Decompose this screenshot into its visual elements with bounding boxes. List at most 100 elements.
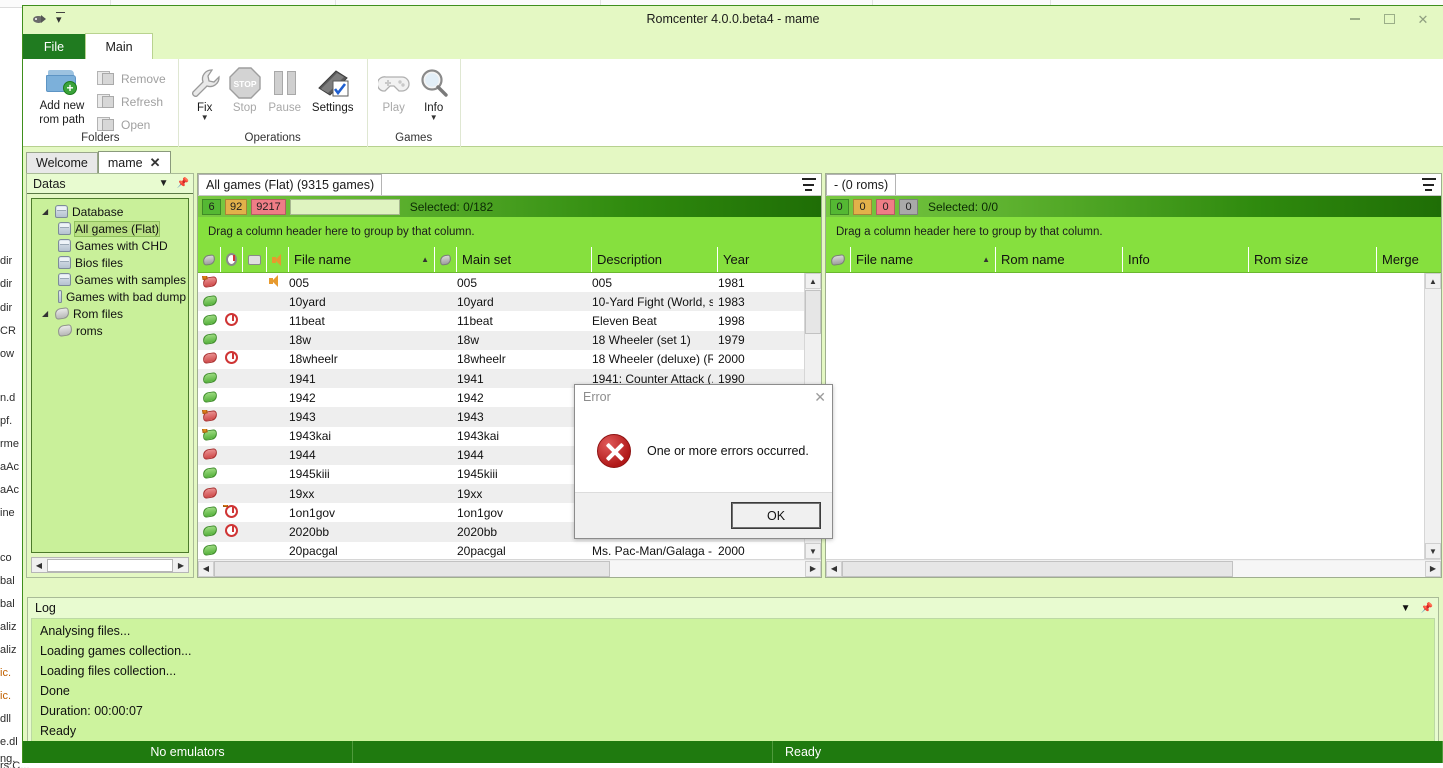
pause-button[interactable]: Pause <box>265 63 305 115</box>
column-header-chd[interactable] <box>242 247 266 272</box>
remove-button[interactable]: Remove <box>95 68 172 89</box>
roms-vertical-scrollbar[interactable]: ▲ ▼ <box>1424 273 1441 559</box>
scroll-down-icon[interactable]: ▼ <box>805 543 821 559</box>
table-row[interactable]: 18wheelr18wheelr18 Wheeler (deluxe) (R..… <box>198 350 804 369</box>
cell-file-name: 20pacgal <box>284 544 430 558</box>
play-button[interactable]: Play <box>374 63 414 115</box>
cell-rom-status <box>198 525 220 539</box>
scrollbar-thumb[interactable] <box>805 290 821 334</box>
roms-rows[interactable] <box>826 273 1424 559</box>
tree-item-bios-files[interactable]: Bios files <box>34 254 186 271</box>
tree-item-games-with-samples[interactable]: Games with samples <box>34 271 186 288</box>
scroll-left-icon[interactable]: ◀ <box>198 561 214 577</box>
rom-status-icon <box>202 525 217 537</box>
close-icon[interactable]: ✕ <box>1411 10 1435 28</box>
tree-item-rom-files[interactable]: ◢ Rom files <box>34 305 186 322</box>
ribbon-group-operations: Fix ▼ STOP Stop Pause <box>179 59 368 147</box>
doc-tab-mame[interactable]: mame ✕ <box>98 151 171 173</box>
tree-item-games-with-bad-dump[interactable]: Games with bad dump <box>34 288 186 305</box>
fix-button[interactable]: Fix ▼ <box>185 63 225 121</box>
scroll-up-icon[interactable]: ▲ <box>1425 273 1441 289</box>
tree-item-games-with-chd[interactable]: Games with CHD <box>34 237 186 254</box>
chevron-down-icon[interactable]: ▼ <box>430 115 438 121</box>
expander-icon[interactable]: ◢ <box>42 309 51 318</box>
scroll-left-icon[interactable]: ◀ <box>826 561 842 577</box>
scroll-up-icon[interactable]: ▲ <box>805 273 821 289</box>
scroll-down-icon[interactable]: ▼ <box>1425 543 1441 559</box>
close-icon[interactable]: ✕ <box>150 156 161 169</box>
scrollbar-thumb[interactable] <box>214 561 610 577</box>
scroll-left-icon[interactable]: ◀ <box>32 558 46 572</box>
column-header-power[interactable] <box>220 247 242 272</box>
tree-item-database[interactable]: ◢ Database <box>34 203 186 220</box>
settings-button[interactable]: Settings <box>305 63 361 115</box>
column-header-info[interactable]: Info <box>1122 247 1248 272</box>
cell-main-set: 18wheelr <box>452 352 587 366</box>
tree-item-all-games-flat[interactable]: All games (Flat) <box>34 220 186 237</box>
error-dialog-title: Error <box>583 390 611 404</box>
ribbon-tab-main[interactable]: Main <box>85 33 153 59</box>
scrollbar-thumb[interactable] <box>47 559 173 572</box>
tree-item-label: Games with bad dump <box>66 290 186 304</box>
pin-icon[interactable]: 📌 <box>177 178 189 189</box>
column-header-file-name[interactable]: File name ▲ <box>850 247 995 272</box>
stop-button[interactable]: STOP Stop <box>225 63 265 115</box>
scrollbar-track[interactable] <box>214 561 805 577</box>
chevron-down-icon[interactable]: ▼ <box>159 178 169 189</box>
chevron-down-icon[interactable]: ▼ <box>1401 603 1411 614</box>
info-button[interactable]: Info ▼ <box>414 63 454 121</box>
table-row[interactable]: 0050050051981 <box>198 273 804 292</box>
add-new-rom-path-button[interactable]: + Add new rom path <box>29 63 95 127</box>
column-header-main-set[interactable]: Main set <box>456 247 591 272</box>
ok-button[interactable]: OK <box>732 503 820 528</box>
table-row[interactable]: 20pacgal20pacgalMs. Pac-Man/Galaga -...2… <box>198 542 804 559</box>
scroll-right-icon[interactable]: ▶ <box>174 558 188 572</box>
column-header-rom-size[interactable]: Rom size <box>1248 247 1376 272</box>
panel-menu-icon[interactable] <box>1422 178 1436 191</box>
column-header-speaker[interactable] <box>266 247 288 272</box>
table-row[interactable]: 11beat11beatEleven Beat1998 <box>198 311 804 330</box>
roms-panel-tab[interactable]: - (0 roms) <box>826 174 896 195</box>
column-header-description[interactable]: Description <box>591 247 717 272</box>
table-row[interactable]: 10yard10yard10-Yard Fight (World, s...19… <box>198 292 804 311</box>
status-bar: No emulators Ready <box>23 741 1443 763</box>
tape-icon <box>57 324 72 337</box>
scrollbar-track[interactable] <box>842 561 1425 577</box>
power-icon <box>225 505 238 518</box>
cell-main-set: 1945kiii <box>452 467 587 481</box>
doc-tab-welcome[interactable]: Welcome <box>26 152 98 173</box>
datas-tree-horizontal-scrollbar[interactable]: ◀ ▶ <box>31 557 189 573</box>
column-header-rom-status[interactable] <box>198 247 220 272</box>
refresh-button[interactable]: Refresh <box>95 91 172 112</box>
tree-item-roms[interactable]: roms <box>34 322 186 339</box>
games-panel-tab[interactable]: All games (Flat) (9315 games) <box>198 174 382 195</box>
expander-icon[interactable]: ◢ <box>42 207 51 216</box>
datas-tree[interactable]: ◢ Database All games (Flat) Games with C… <box>31 198 189 553</box>
table-row[interactable]: 18w18w18 Wheeler (set 1)1979 <box>198 331 804 350</box>
folder-add-icon: + <box>46 65 78 99</box>
close-icon[interactable]: ✕ <box>814 390 826 404</box>
scroll-right-icon[interactable]: ▶ <box>1425 561 1441 577</box>
roms-group-hint[interactable]: Drag a column header here to group by th… <box>826 217 1441 247</box>
column-header-file-name[interactable]: File name ▲ <box>288 247 434 272</box>
settings-icon <box>316 65 350 101</box>
minimize-icon[interactable] <box>1343 10 1367 28</box>
column-header-rom-name[interactable]: Rom name <box>995 247 1122 272</box>
scrollbar-thumb[interactable] <box>842 561 1233 577</box>
log-content[interactable]: Analysing files... Loading games collect… <box>31 618 1435 748</box>
pin-icon[interactable]: 📌 <box>1421 603 1433 614</box>
maximize-icon[interactable] <box>1377 10 1401 28</box>
roms-horizontal-scrollbar[interactable]: ◀ ▶ <box>826 559 1441 577</box>
open-label: Open <box>121 118 150 132</box>
chevron-down-icon[interactable]: ▼ <box>201 115 209 121</box>
column-header-merge[interactable]: Merge <box>1376 247 1441 272</box>
games-horizontal-scrollbar[interactable]: ◀ ▶ <box>198 559 821 577</box>
column-header-rom-status[interactable] <box>826 247 850 272</box>
games-group-hint[interactable]: Drag a column header here to group by th… <box>198 217 821 247</box>
ribbon-tab-file[interactable]: File <box>23 34 85 59</box>
panel-menu-icon[interactable] <box>802 178 816 191</box>
column-header-rom-status-2[interactable] <box>434 247 456 272</box>
column-header-year[interactable]: Year <box>717 247 821 272</box>
cell-rom-status <box>198 372 220 386</box>
scroll-right-icon[interactable]: ▶ <box>805 561 821 577</box>
